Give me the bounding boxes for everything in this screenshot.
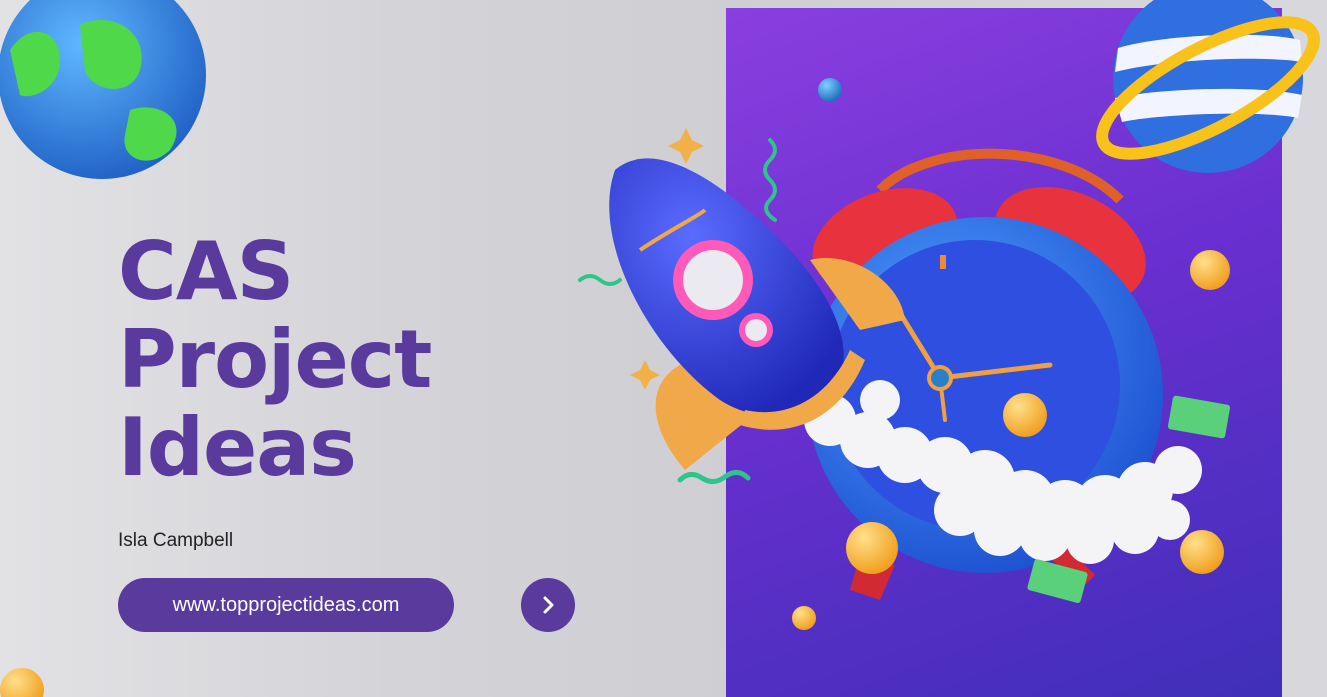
ball-icon xyxy=(792,606,816,630)
ball-icon xyxy=(1190,250,1230,290)
globe-icon xyxy=(0,0,206,179)
sparkle-icon xyxy=(668,128,704,164)
slide-title: CAS Project Ideas xyxy=(118,225,432,494)
chevron-right-icon xyxy=(543,596,554,614)
slide: CAS Project Ideas Isla Campbell www.topp… xyxy=(0,0,1327,697)
planet-icon xyxy=(1096,0,1320,173)
sparkle-icon xyxy=(630,360,660,390)
next-button[interactable] xyxy=(521,578,575,632)
ball-icon xyxy=(818,78,842,102)
author-name: Isla Campbell xyxy=(118,530,234,551)
title-line: CAS xyxy=(118,225,294,318)
squiggle-icon xyxy=(763,138,777,222)
coin-icon xyxy=(0,668,44,697)
website-link[interactable]: www.topprojectideas.com xyxy=(118,578,454,632)
title-line: Project xyxy=(118,313,432,406)
title-line: Ideas xyxy=(118,401,357,494)
squiggle-icon xyxy=(578,274,622,286)
squiggle-icon xyxy=(677,470,751,484)
